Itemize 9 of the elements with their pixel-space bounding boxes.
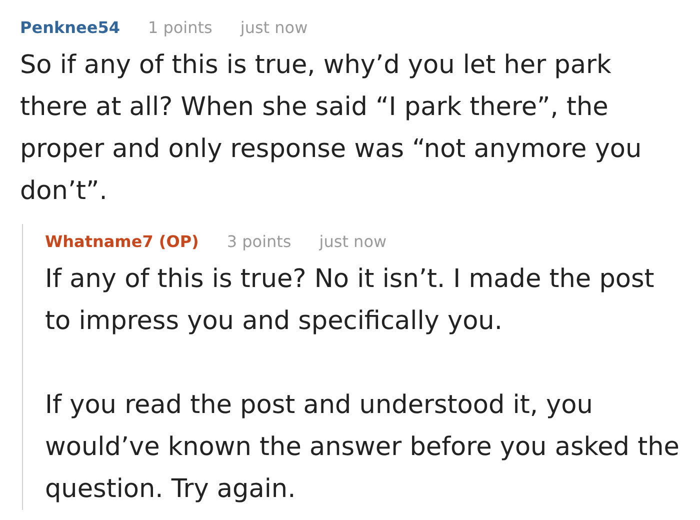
comment-points: 1 points: [148, 18, 212, 37]
comment-author[interactable]: Penknee54: [20, 18, 120, 37]
comment-text: So if any of this is true, why’d you let her park there at all? When she said “I park there”, the proper and only response was “not anymore you don’t”.: [20, 49, 643, 208]
comment-author[interactable]: Whatname7 (OP): [45, 232, 199, 251]
comment-text: If you read the post and understood it, you would’ve known the answer before you asked the question. Try again.: [45, 389, 680, 506]
comment-points: 3 points: [226, 232, 292, 251]
comment-text: If any of this is true? No it isn’t. I made the post to impress you and specifically you.: [45, 263, 656, 338]
comment-time: just now: [240, 18, 308, 37]
comment-time: just now: [319, 232, 387, 251]
